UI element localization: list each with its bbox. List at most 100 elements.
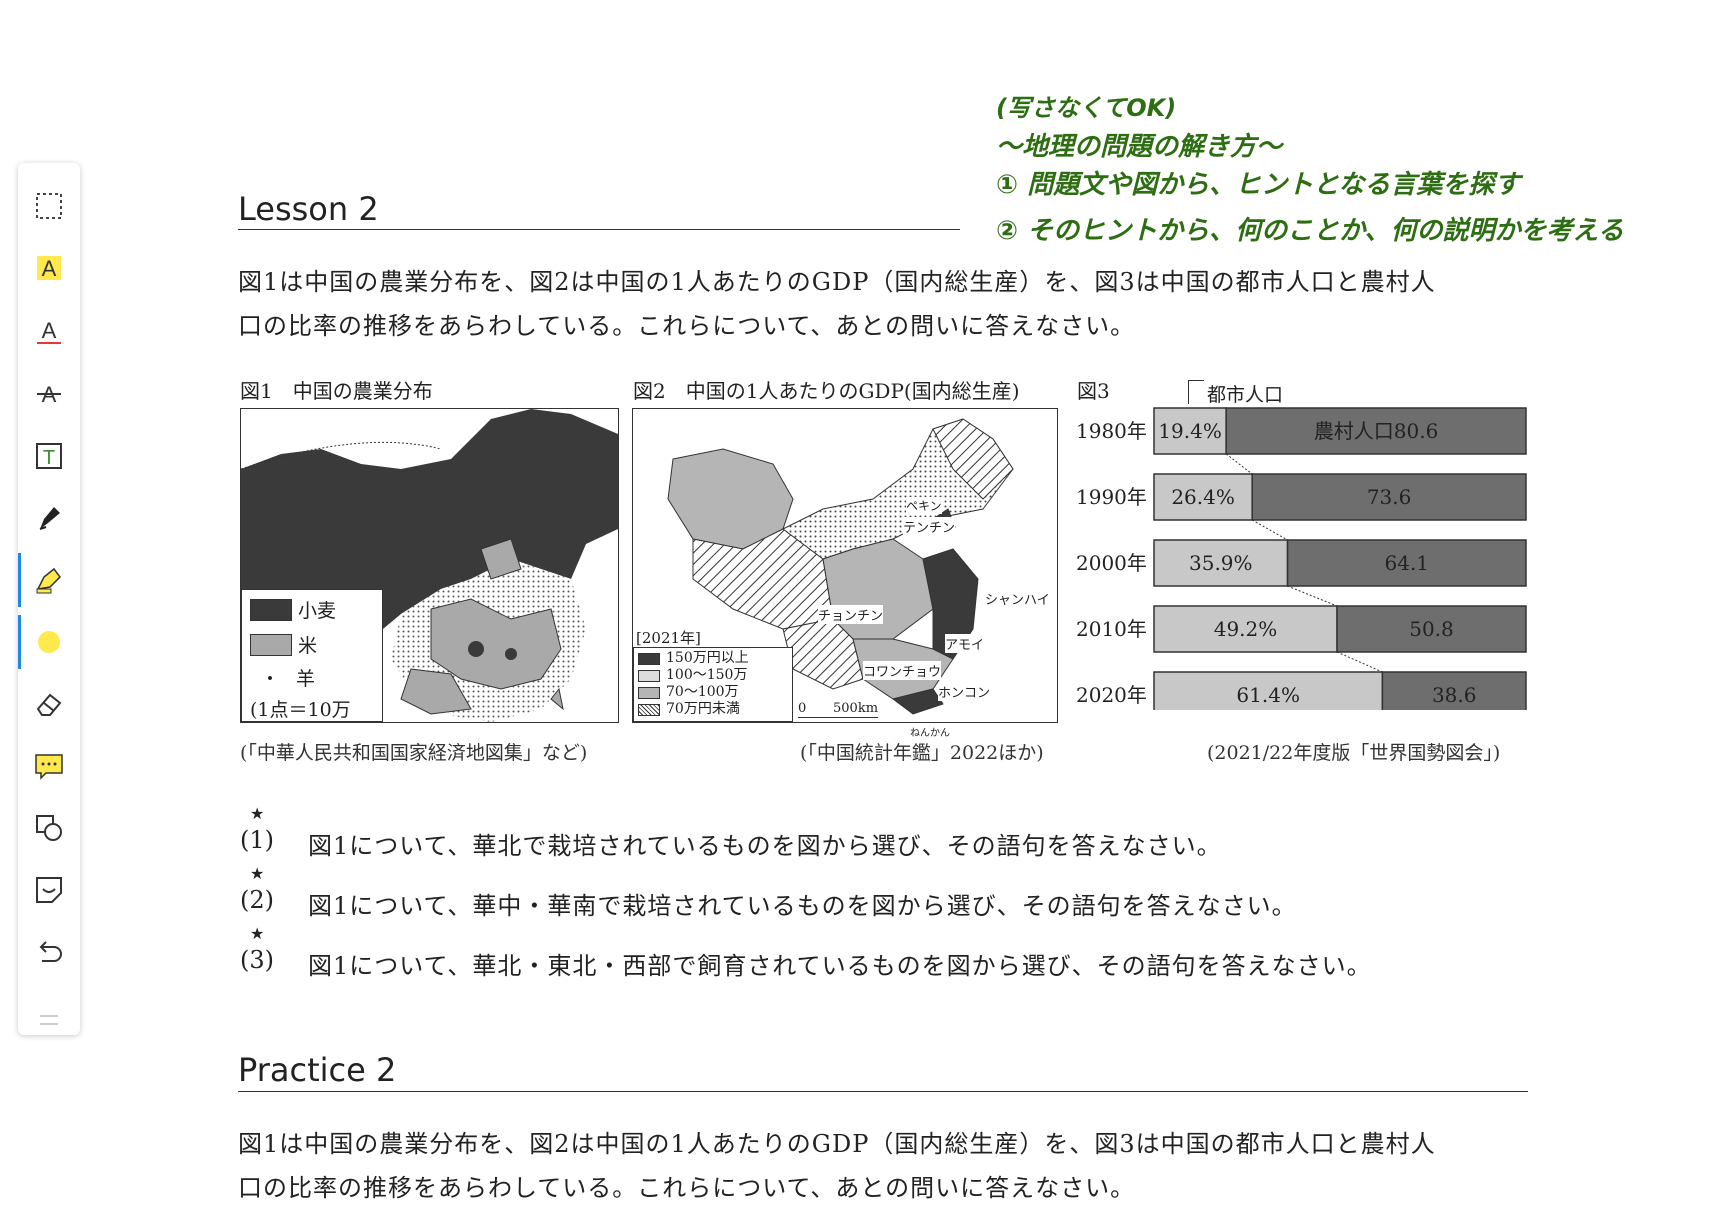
city-tianjin: テンチン	[903, 517, 956, 536]
category-label: 1980年	[1076, 419, 1147, 443]
category-label: 2000年	[1076, 551, 1147, 575]
rural-value-label: 73.6	[1367, 485, 1412, 509]
fig1-caption: 図1 中国の農業分布	[240, 379, 433, 403]
question-2-number: (2)	[240, 886, 274, 914]
urban-value-label: 26.4%	[1171, 485, 1235, 509]
question-2-star: ★	[250, 864, 265, 883]
question-1-text: 図1について、華北で栽培されているものを図から選び、その語句を答えなさい。	[308, 832, 1222, 860]
trend-connector-line	[1251, 519, 1288, 541]
legend-sheep: 羊	[296, 668, 316, 690]
pen-icon	[39, 507, 60, 530]
fig2-caption: 図2 中国の1人あたりのGDP(国内総生産)	[633, 379, 1020, 403]
color-yellow-swatch[interactable]	[18, 615, 80, 669]
strikethrough-text-icon: A	[37, 382, 61, 407]
highlighter-pen-icon	[36, 567, 61, 594]
svg-text:A: A	[42, 256, 57, 281]
category-label: 2010年	[1076, 617, 1147, 641]
underline-text-icon: A	[37, 318, 61, 344]
practice-title-rule	[238, 1091, 1528, 1092]
city-beijing: ペキン	[906, 497, 942, 514]
lasso-select-tool[interactable]	[18, 179, 80, 233]
gdp-under-70-swatch	[638, 703, 660, 716]
rural-value-label: 50.8	[1409, 617, 1454, 641]
legend-rice: 米	[298, 635, 318, 657]
fig3-urban-rural-chart: 1980年 19.4% 農村人口80.6 1990年 26.4% 73.6 2000年 35.…	[1076, 407, 1527, 710]
practice-title: Practice 2	[238, 1051, 397, 1089]
eraser-tool[interactable]	[18, 677, 80, 731]
sticker-tool[interactable]	[18, 863, 80, 917]
shapes-tool[interactable]	[18, 801, 80, 855]
text-box-icon: T	[36, 443, 62, 469]
svg-text:A: A	[42, 318, 57, 343]
fig2-source: (「中国統計年鑑」2022ほか)	[800, 742, 1044, 764]
note-line-3: ① 問題文や図から、ヒントとなる言葉を探す	[996, 170, 1521, 200]
color-yellow-icon	[38, 631, 60, 653]
lesson-paragraph-line-2: 口の比率の推移をあらわしている。これらについて、あとの問いに答えなさい。	[238, 312, 1136, 340]
highlighter-text-icon: A	[37, 256, 61, 281]
comment-tool[interactable]	[18, 739, 80, 793]
sticker-icon	[36, 877, 62, 903]
practice-paragraph-line-1: 図1は中国の農業分布を、図2は中国の1人あたりのGDP（国内総生産）を、図3は中…	[238, 1130, 1436, 1158]
note-line-1: (写さなくてOK)	[996, 94, 1177, 122]
legend-gdp-70-100: 70〜100万	[666, 684, 739, 700]
lasso-select-icon	[36, 193, 62, 219]
rice-swatch	[250, 633, 292, 656]
highlight-text-tool[interactable]: A	[18, 241, 80, 295]
question-1-number: (1)	[240, 826, 274, 854]
question-2-text: 図1について、華中・華南で栽培されているものを図から選び、その語句を答えなさい。	[308, 892, 1297, 920]
gdp-100-150-swatch	[638, 669, 660, 682]
sheep-dot-symbol: ・	[260, 668, 280, 690]
fig2-gdp-map: [2021年] 150万円以上 100〜150万 70〜100万 70万円未満 …	[632, 408, 1058, 723]
lesson-paragraph-line-1: 図1は中国の農業分布を、図2は中国の1人あたりのGDP（国内総生産）を、図3は中…	[238, 268, 1436, 296]
note-line-2: 〜地理の問題の解き方〜	[996, 132, 1283, 162]
trend-connector-line	[1287, 585, 1338, 607]
urban-value-label: 61.4%	[1236, 683, 1300, 707]
pen-tool[interactable]	[18, 491, 80, 545]
city-chongqing: チョンチン	[818, 605, 884, 624]
question-3-star: ★	[250, 924, 265, 943]
scale-bar-label: 500km	[833, 701, 879, 716]
trend-connector-line	[1225, 453, 1253, 475]
city-shanghai: シャンハイ	[985, 589, 1050, 608]
rural-value-label: 64.1	[1385, 551, 1430, 575]
city-hongkong: ホンコン	[938, 682, 991, 701]
toolbar-drag-handle[interactable]	[40, 1015, 58, 1025]
gdp-150-swatch	[638, 652, 660, 665]
scale-zero: 0	[798, 701, 807, 716]
fig3-source: (2021/22年度版「世界国勢図会」)	[1207, 742, 1501, 764]
practice-paragraph-line-2: 口の比率の推移をあらわしている。これらについて、あとの問いに答えなさい。	[238, 1174, 1136, 1202]
comment-icon	[35, 754, 63, 780]
fig2-year: [2021年]	[636, 629, 701, 647]
question-1-star: ★	[250, 804, 265, 823]
urban-value-label: 35.9%	[1189, 551, 1253, 575]
highlighter-pen-tool[interactable]	[18, 553, 80, 607]
lesson-title: Lesson 2	[238, 190, 379, 228]
wheat-swatch	[250, 598, 292, 621]
gdp-70-100-swatch	[638, 686, 660, 699]
rural-value-label: 38.6	[1432, 683, 1477, 707]
fig1-source: (「中華人民共和国国家経済地図集」など)	[240, 742, 588, 764]
trend-connector-line	[1336, 651, 1383, 673]
legend-gdp-150: 150万円以上	[666, 650, 749, 666]
rural-value-label: 農村人口80.6	[1314, 419, 1439, 443]
note-line-4: ② そのヒントから、何のことか、何の説明かを考える	[996, 216, 1624, 246]
fig1-legend: 小麦 米 ・羊 (1点＝10万頭)	[241, 589, 383, 722]
urban-value-label: 49.2%	[1214, 617, 1278, 641]
underline-text-tool[interactable]: A	[18, 304, 80, 358]
legend-gdp-under-70: 70万円未満	[666, 701, 740, 717]
fig2-legend: 150万円以上 100〜150万 70〜100万 70万円未満	[633, 647, 793, 722]
question-3-text: 図1について、華北・東北・西部で飼育されているものを図から選び、その語句を答えな…	[308, 952, 1372, 980]
lesson-title-rule	[238, 229, 960, 230]
text-box-tool[interactable]: T	[18, 429, 80, 483]
category-label: 1990年	[1076, 485, 1147, 509]
undo-button[interactable]	[18, 925, 80, 979]
undo-icon	[39, 941, 62, 962]
urban-value-label: 19.4%	[1158, 419, 1222, 443]
city-guangzhou: コワンチョウ	[863, 661, 942, 680]
scale-bar	[798, 717, 878, 718]
category-label: 2020年	[1076, 683, 1147, 707]
legend-gdp-100-150: 100〜150万	[666, 667, 748, 683]
fig1-agriculture-map: 小麦 米 ・羊 (1点＝10万頭)	[240, 408, 619, 723]
strikethrough-text-tool[interactable]: A	[18, 366, 80, 420]
svg-text:T: T	[43, 447, 55, 469]
